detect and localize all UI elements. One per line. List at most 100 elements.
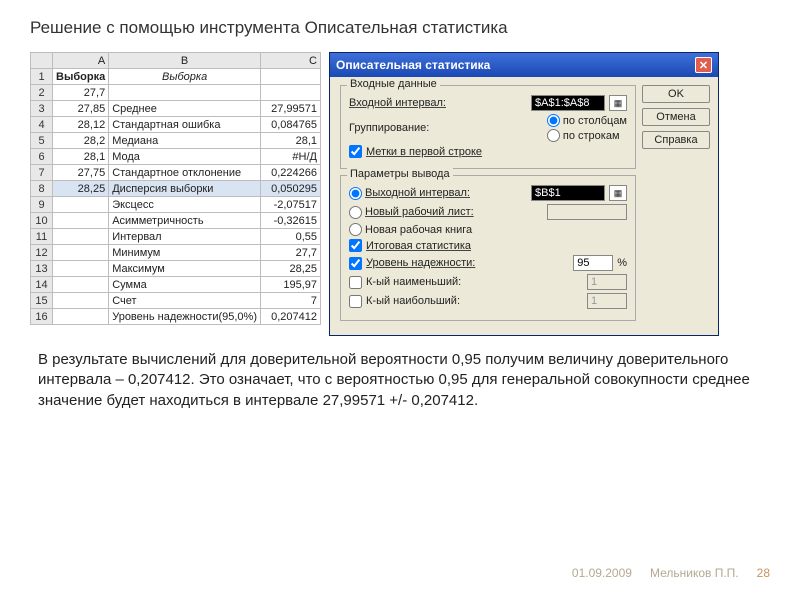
cell-B10[interactable]: Асимметричность bbox=[109, 213, 261, 229]
cell-B4[interactable]: Стандартная ошибка bbox=[109, 117, 261, 133]
cell-A3[interactable]: 27,85 bbox=[53, 101, 109, 117]
row-header[interactable]: 6 bbox=[31, 149, 53, 165]
cell-A12[interactable] bbox=[53, 245, 109, 261]
cell-C11[interactable]: 0,55 bbox=[261, 229, 321, 245]
cell-A11[interactable] bbox=[53, 229, 109, 245]
cell-B1[interactable]: Выборка bbox=[109, 69, 261, 85]
radio-by-rows[interactable] bbox=[547, 129, 560, 142]
help-button[interactable]: Справка bbox=[642, 131, 710, 149]
cell-C5[interactable]: 28,1 bbox=[261, 133, 321, 149]
cell-C8[interactable]: 0,050295 bbox=[261, 181, 321, 197]
cell-B15[interactable]: Счет bbox=[109, 293, 261, 309]
table-row: 12 Минимум27,7 bbox=[31, 245, 321, 261]
table-row: 628,1Мода#Н/Д bbox=[31, 149, 321, 165]
cell-A2[interactable]: 27,7 bbox=[53, 85, 109, 101]
input-range-field[interactable] bbox=[531, 95, 605, 111]
cell-B8[interactable]: Дисперсия выборки bbox=[109, 181, 261, 197]
cell-B13[interactable]: Максимум bbox=[109, 261, 261, 277]
spreadsheet: A B C 1 Выборка Выборка 227,7327,85Средн… bbox=[30, 52, 321, 325]
output-range-field[interactable] bbox=[531, 185, 605, 201]
row-header[interactable]: 13 bbox=[31, 261, 53, 277]
cell-A4[interactable]: 28,12 bbox=[53, 117, 109, 133]
radio-by-columns[interactable] bbox=[547, 114, 560, 127]
cell-A7[interactable]: 27,75 bbox=[53, 165, 109, 181]
cell-B16[interactable]: Уровень надежности(95,0%) bbox=[109, 309, 261, 325]
cell-B9[interactable]: Эксцесс bbox=[109, 197, 261, 213]
cell-A9[interactable] bbox=[53, 197, 109, 213]
check-header-row[interactable] bbox=[349, 145, 362, 158]
cell-B5[interactable]: Медиана bbox=[109, 133, 261, 149]
range-picker-icon[interactable]: ▦ bbox=[609, 185, 627, 201]
row-header[interactable]: 16 bbox=[31, 309, 53, 325]
cell-B11[interactable]: Интервал bbox=[109, 229, 261, 245]
dialog-titlebar: Описательная статистика ✕ bbox=[330, 53, 718, 77]
row-header[interactable]: 10 bbox=[31, 213, 53, 229]
row-header[interactable]: 14 bbox=[31, 277, 53, 293]
range-picker-icon[interactable]: ▦ bbox=[609, 95, 627, 111]
group-input-data: Входные данные Входной интервал: ▦ Групп… bbox=[340, 85, 636, 169]
cell-B2[interactable] bbox=[109, 85, 261, 101]
cell-A16[interactable] bbox=[53, 309, 109, 325]
cell-A13[interactable] bbox=[53, 261, 109, 277]
cancel-button[interactable]: Отмена bbox=[642, 108, 710, 126]
kmin-field bbox=[587, 274, 627, 290]
cell-A8[interactable]: 28,25 bbox=[53, 181, 109, 197]
cell-C13[interactable]: 28,25 bbox=[261, 261, 321, 277]
radio-new-sheet[interactable] bbox=[349, 206, 362, 219]
cell-B7[interactable]: Стандартное отклонение bbox=[109, 165, 261, 181]
cell-C2[interactable] bbox=[261, 85, 321, 101]
row-header[interactable]: 8 bbox=[31, 181, 53, 197]
row-header[interactable]: 2 bbox=[31, 85, 53, 101]
table-row: 227,7 bbox=[31, 85, 321, 101]
check-kmax[interactable] bbox=[349, 295, 362, 308]
table-row: 828,25Дисперсия выборки0,050295 bbox=[31, 181, 321, 197]
cell-A6[interactable]: 28,1 bbox=[53, 149, 109, 165]
row-1: 1 Выборка Выборка bbox=[31, 69, 321, 85]
row-header[interactable]: 15 bbox=[31, 293, 53, 309]
cell-C14[interactable]: 195,97 bbox=[261, 277, 321, 293]
cell-C3[interactable]: 27,99571 bbox=[261, 101, 321, 117]
colh-A[interactable]: A bbox=[53, 53, 109, 69]
colh-C[interactable]: C bbox=[261, 53, 321, 69]
cell-A15[interactable] bbox=[53, 293, 109, 309]
cell-C4[interactable]: 0,084765 bbox=[261, 117, 321, 133]
cell-B3[interactable]: Среднее bbox=[109, 101, 261, 117]
cell-C16[interactable]: 0,207412 bbox=[261, 309, 321, 325]
row-header[interactable]: 4 bbox=[31, 117, 53, 133]
cell-C9[interactable]: -2,07517 bbox=[261, 197, 321, 213]
row-header[interactable]: 5 bbox=[31, 133, 53, 149]
footer: 01.09.2009 Мельников П.П. 28 bbox=[0, 566, 800, 580]
cell-C6[interactable]: #Н/Д bbox=[261, 149, 321, 165]
cell-C7[interactable]: 0,224266 bbox=[261, 165, 321, 181]
label-check-summary: Итоговая статистика bbox=[366, 240, 471, 252]
table-row: 14 Сумма195,97 bbox=[31, 277, 321, 293]
cell-C10[interactable]: -0,32615 bbox=[261, 213, 321, 229]
row-header[interactable]: 12 bbox=[31, 245, 53, 261]
confidence-field[interactable] bbox=[573, 255, 613, 271]
row-header[interactable]: 11 bbox=[31, 229, 53, 245]
check-kmin[interactable] bbox=[349, 276, 362, 289]
cell-A10[interactable] bbox=[53, 213, 109, 229]
close-icon[interactable]: ✕ bbox=[695, 57, 712, 73]
cell-C15[interactable]: 7 bbox=[261, 293, 321, 309]
cell-A5[interactable]: 28,2 bbox=[53, 133, 109, 149]
cell-C12[interactable]: 27,7 bbox=[261, 245, 321, 261]
radio-new-book[interactable] bbox=[349, 223, 362, 236]
cell-B14[interactable]: Сумма bbox=[109, 277, 261, 293]
table-row: 327,85Среднее27,99571 bbox=[31, 101, 321, 117]
check-summary[interactable] bbox=[349, 239, 362, 252]
radio-output-range[interactable] bbox=[349, 187, 362, 200]
col-headers: A B C bbox=[31, 53, 321, 69]
cell-B12[interactable]: Минимум bbox=[109, 245, 261, 261]
cell-A1[interactable]: Выборка bbox=[53, 69, 109, 85]
row-header[interactable]: 3 bbox=[31, 101, 53, 117]
colh-B[interactable]: B bbox=[109, 53, 261, 69]
pct-label: % bbox=[617, 257, 627, 269]
cell-B6[interactable]: Мода bbox=[109, 149, 261, 165]
cell-A14[interactable] bbox=[53, 277, 109, 293]
row-header[interactable]: 7 bbox=[31, 165, 53, 181]
check-confidence[interactable] bbox=[349, 257, 362, 270]
table-row: 11 Интервал0,55 bbox=[31, 229, 321, 245]
ok-button[interactable]: OK bbox=[642, 85, 710, 103]
row-header[interactable]: 9 bbox=[31, 197, 53, 213]
